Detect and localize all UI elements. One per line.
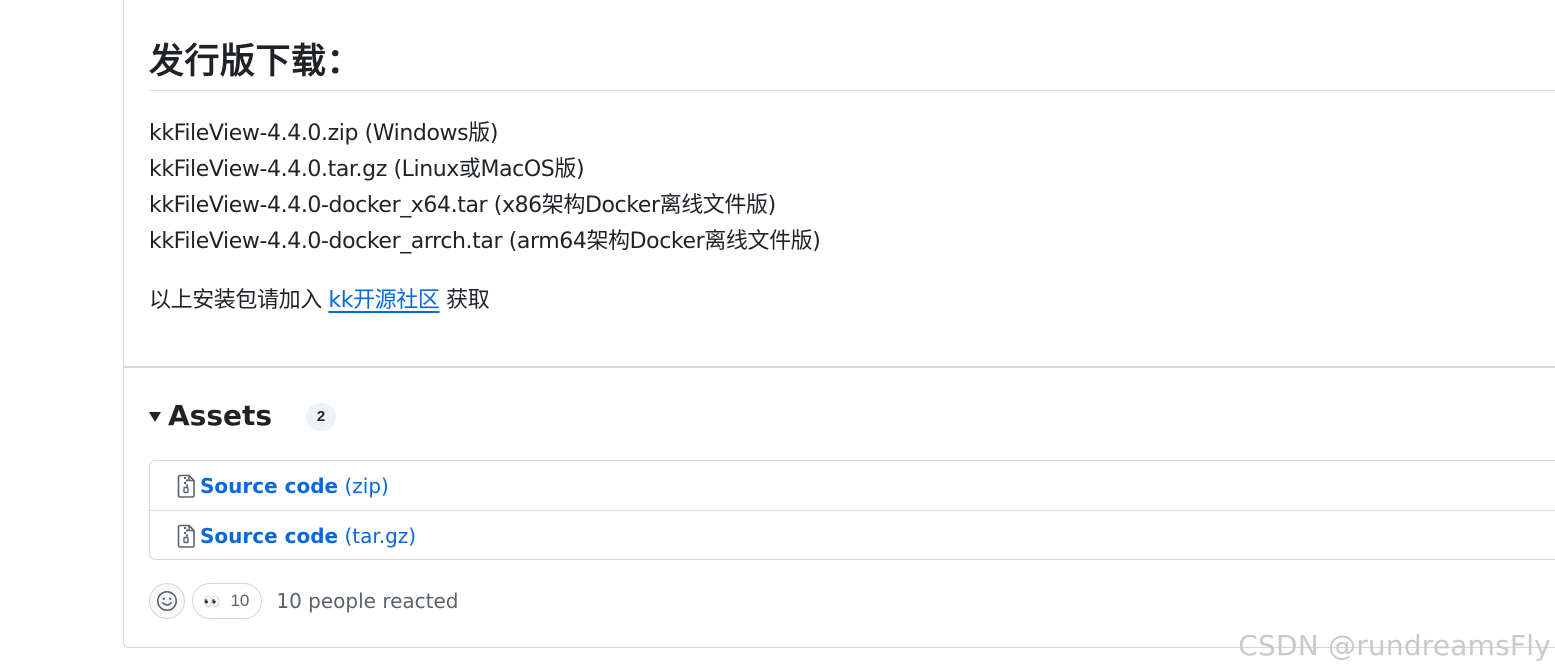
eyes-reaction-button[interactable]: 👀 10 xyxy=(192,583,263,619)
asset-row: Source code (zip) xyxy=(150,461,1555,511)
asset-row: Source code (tar.gz) xyxy=(150,511,1555,561)
assets-count-badge: 2 xyxy=(306,403,337,431)
asset-ext: (zip) xyxy=(338,473,389,498)
triangle-down-icon xyxy=(149,411,161,422)
source-code-targz-link[interactable]: Source code (tar.gz) xyxy=(200,524,416,548)
asset-ext: (tar.gz) xyxy=(338,524,417,548)
release-file-item: kkFileView-4.4.0-docker_arrch.tar (arm64… xyxy=(149,229,821,254)
eyes-icon: 👀 xyxy=(203,592,220,609)
release-page: 发行版下载： kkFileView-4.4.0.zip (Windows版) k… xyxy=(0,0,1555,672)
smiley-icon xyxy=(157,591,177,611)
add-reaction-button[interactable] xyxy=(149,583,185,619)
release-card: 发行版下载： kkFileView-4.4.0.zip (Windows版) k… xyxy=(123,0,1555,648)
release-file-item: kkFileView-4.4.0.tar.gz (Linux或MacOS版) xyxy=(149,157,585,182)
section-divider xyxy=(124,366,1555,368)
assets-title: Assets xyxy=(168,398,273,432)
assets-toggle[interactable]: Assets 2 xyxy=(149,395,337,435)
source-code-zip-link[interactable]: Source code (zip) xyxy=(200,474,389,498)
assets-list: Source code (zip) Source code (tar.gz) xyxy=(149,460,1555,560)
release-file-item: kkFileView-4.4.0-docker_x64.tar (x86架构Do… xyxy=(149,193,776,218)
asset-label: Source code xyxy=(200,524,339,548)
download-notice: 以上安装包请加入 kk开源社区 获取 xyxy=(149,283,490,319)
release-file-list: kkFileView-4.4.0.zip (Windows版) kkFileVi… xyxy=(149,116,821,260)
heading-divider xyxy=(149,90,1555,91)
file-zip-icon xyxy=(177,524,195,548)
reactions-bar: 👀 10 10 people reacted xyxy=(149,583,459,619)
reaction-count: 10 xyxy=(230,591,250,610)
reactions-summary: 10 people reacted xyxy=(276,589,459,613)
notice-prefix: 以上安装包请加入 xyxy=(149,288,329,313)
asset-label: Source code xyxy=(200,473,339,498)
file-zip-icon xyxy=(177,474,195,498)
notice-suffix: 获取 xyxy=(439,288,490,313)
release-file-item: kkFileView-4.4.0.zip (Windows版) xyxy=(149,121,498,146)
watermark: CSDN @rundreamsFly xyxy=(1238,629,1551,662)
community-link[interactable]: kk开源社区 xyxy=(328,288,439,313)
release-heading: 发行版下载： xyxy=(149,42,363,82)
